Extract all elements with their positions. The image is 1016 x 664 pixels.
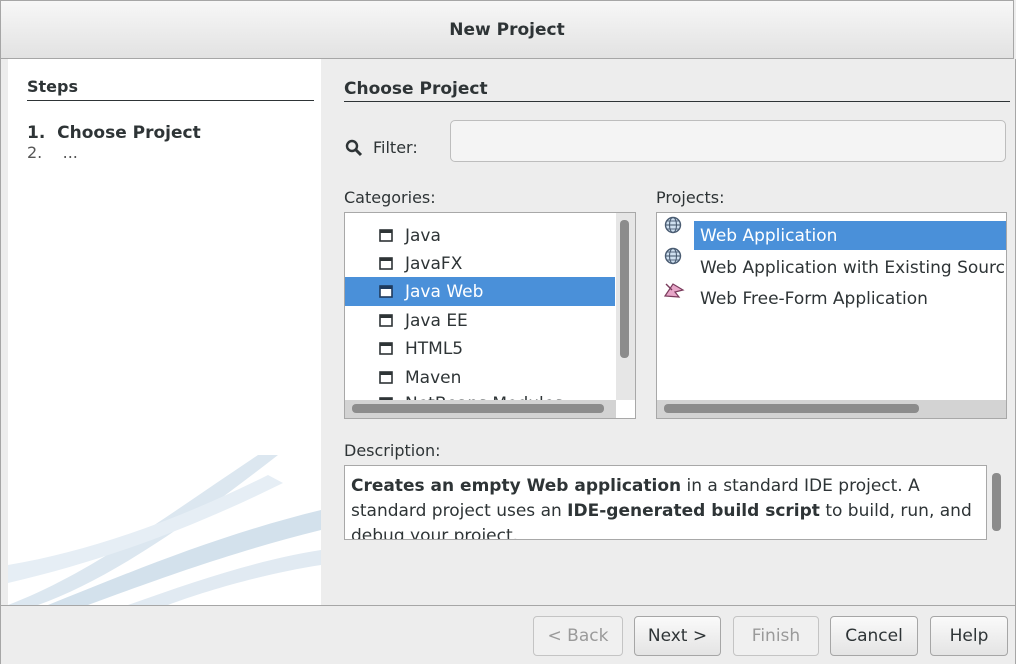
categories-hscroll-thumb[interactable] [352, 404, 604, 413]
folder-icon [379, 257, 393, 270]
freeform-icon [663, 283, 685, 298]
step-1: 1. Choose Project [27, 123, 201, 143]
categories-horizontal-scrollbar[interactable] [345, 400, 616, 418]
globe-icon [664, 216, 682, 234]
category-label: JavaFX [405, 253, 463, 274]
back-button[interactable]: < Back [533, 616, 623, 656]
categories-label: Categories: [344, 188, 436, 207]
steps-divider [27, 100, 314, 101]
category-label: HTML5 [405, 338, 464, 359]
categories-vertical-scrollbar[interactable] [616, 213, 635, 400]
folder-icon [379, 285, 393, 298]
step-2: 2. ... [27, 143, 78, 162]
projects-horizontal-scrollbar[interactable] [657, 400, 1006, 418]
project-label: Web Free-Form Application [700, 288, 928, 309]
projects-label: Projects: [656, 188, 725, 207]
steps-heading: Steps [27, 77, 78, 96]
steps-panel: Steps 1. Choose Project 2. ... [8, 59, 321, 605]
category-label: Maven [405, 367, 462, 388]
dialog-title: New Project [449, 19, 565, 40]
filter-label: Filter: [373, 138, 418, 157]
project-item-web-application-existing-sources[interactable]: Web Application with Existing Sources [694, 253, 1006, 282]
category-item-maven[interactable]: Maven [345, 363, 615, 392]
category-label: Java EE [405, 310, 468, 331]
help-button[interactable]: Help [930, 616, 1008, 656]
category-item-java-web[interactable]: Java Web [345, 277, 615, 306]
finish-button[interactable]: Finish [733, 616, 819, 656]
description-bold-2: IDE-generated build script [567, 501, 820, 521]
cancel-button[interactable]: Cancel [830, 616, 918, 656]
title-divider [344, 101, 1010, 102]
choose-project-panel: Choose Project Filter: Categories: Proje… [321, 59, 1016, 605]
step-1-label: Choose Project [57, 123, 201, 143]
decorative-swoosh [8, 455, 321, 605]
globe-icon [664, 247, 682, 265]
category-item-java-ee[interactable]: Java EE [345, 306, 615, 335]
dialog-title-bar: New Project [0, 0, 1014, 59]
folder-icon [379, 314, 393, 327]
description-bold-1: Creates an empty Web application [351, 476, 682, 496]
project-item-web-free-form-application[interactable]: Web Free-Form Application [694, 284, 1006, 313]
projects-hscroll-thumb[interactable] [664, 404, 919, 413]
project-item-web-application[interactable]: Web Application [694, 221, 1006, 250]
description-text: Creates an empty Web application in a st… [344, 465, 987, 540]
categories-list[interactable]: Java JavaFX Java Web Java EE HTML5 Maven… [344, 212, 636, 419]
description-label: Description: [344, 441, 441, 460]
step-2-number: 2. [27, 143, 43, 162]
category-item-javafx[interactable]: JavaFX [345, 249, 615, 278]
category-item-html5[interactable]: HTML5 [345, 334, 615, 363]
button-bar: < Back Next > Finish Cancel Help [0, 605, 1016, 664]
category-label: Java [405, 225, 441, 246]
next-button[interactable]: Next > [634, 616, 721, 656]
description-scrollbar[interactable] [987, 465, 1007, 540]
project-label: Web Application with Existing Sources [700, 257, 1007, 278]
folder-icon [379, 342, 393, 355]
category-item-java[interactable]: Java [345, 221, 615, 250]
page-title: Choose Project [344, 79, 488, 99]
categories-vscroll-thumb[interactable] [620, 220, 629, 358]
project-label: Web Application [700, 225, 838, 246]
projects-list[interactable]: Web Application Web Application with Exi… [656, 212, 1007, 419]
description-scroll-thumb[interactable] [992, 473, 1001, 531]
category-label: Java Web [405, 281, 484, 302]
search-icon [345, 139, 363, 157]
step-2-label: ... [62, 143, 78, 162]
folder-icon [379, 229, 393, 242]
filter-input[interactable] [450, 120, 1006, 162]
step-1-number: 1. [27, 123, 46, 143]
folder-icon [379, 371, 393, 384]
